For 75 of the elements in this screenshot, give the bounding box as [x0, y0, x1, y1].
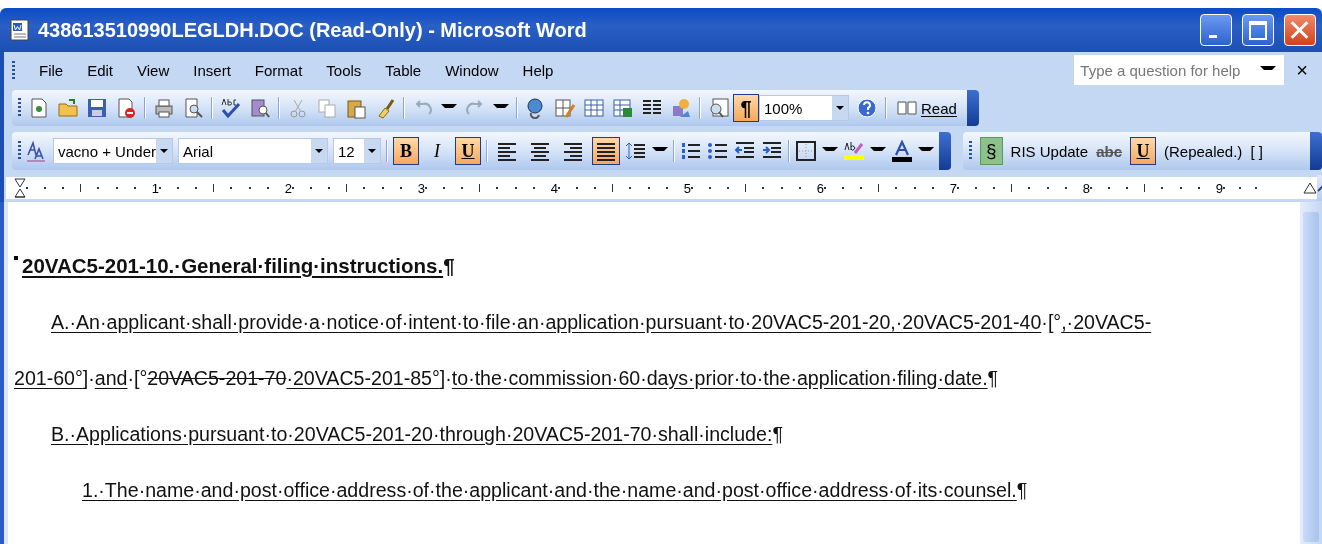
close-document-button[interactable]: × [1296, 58, 1308, 82]
ruler-number: 5 [683, 180, 691, 196]
show-formatting-marks-button[interactable]: ¶ [733, 94, 759, 122]
spelling-check-icon[interactable] [220, 97, 242, 119]
ruler-number: 3 [417, 180, 425, 196]
indent-marker-icon[interactable] [14, 178, 26, 198]
numbered-list-icon[interactable] [680, 140, 702, 162]
section-heading: 20VAC5-201-10.·General·filing·instructions.¶ [14, 238, 1300, 294]
paragraph-text: A.·An·applicant·shall·provide·a·notice·of·intent·to·file·an·application·pursuant·to·20VAC5-201-20,·20VAC5-201-40·[°,·20VAC5- [50, 310, 1153, 335]
help-search-field[interactable]: Type a question for help [1074, 55, 1285, 85]
bulleted-list-icon[interactable] [707, 140, 729, 162]
menu-item[interactable]: Table [385, 61, 422, 79]
drawing-shapes-icon[interactable] [670, 97, 692, 119]
new-document-icon[interactable] [28, 97, 50, 119]
styles-icon[interactable] [26, 140, 48, 162]
ris-update-button[interactable]: RIS Update [1010, 142, 1089, 160]
menu-item[interactable]: Help [522, 61, 554, 79]
paragraph-text: 1.·The·name·and·post·office·address·of·the·applicant·and·the·name·and·post·office·address·of·its·counsel.¶ [81, 478, 1029, 503]
window-title: 438613510990LEGLDH.DOC (Read-Only) - Microsoft Word [38, 18, 588, 42]
ruler-number: 4 [550, 180, 558, 196]
maximize-button[interactable] [1242, 14, 1274, 46]
document-map-icon[interactable] [708, 97, 730, 119]
zoom-field[interactable]: 100% [759, 95, 849, 121]
ruler-number: 2 [284, 180, 292, 196]
paragraph-text: 201-60°]·and·[°20VAC5-201-70·20VAC5-201-85°]·to·the·commission·60·days·prior·to·the·application·filing·date.¶ [14, 366, 1000, 391]
repealed-button[interactable]: (Repealed.) [1164, 142, 1243, 160]
magnifier-page-icon[interactable] [182, 97, 204, 119]
minimize-button[interactable] [1200, 14, 1232, 46]
font-field[interactable]: Arial [178, 138, 328, 164]
open-folder-icon[interactable] [57, 97, 79, 119]
clipboard-icon[interactable] [345, 97, 367, 119]
document-stop-icon[interactable] [115, 97, 137, 119]
open-book-icon[interactable] [897, 98, 917, 118]
menu-item[interactable]: Tools [326, 61, 362, 79]
menu-item[interactable]: File [39, 61, 64, 79]
ruler-number: 9 [1215, 180, 1223, 196]
underline-button[interactable]: U [1130, 137, 1156, 165]
menu-item[interactable]: Format [254, 61, 303, 79]
close-button[interactable] [1284, 14, 1316, 46]
underline-button[interactable]: U [455, 137, 481, 165]
border-icon[interactable] [795, 140, 817, 162]
font-size-field[interactable]: 12 [333, 138, 381, 164]
pencil-table-icon[interactable] [554, 97, 576, 119]
printer-icon[interactable] [153, 97, 175, 119]
align-right-icon[interactable] [562, 140, 584, 162]
align-left-icon[interactable] [496, 140, 518, 162]
toolbar-options-button[interactable] [966, 90, 979, 126]
ruler-number: 6 [816, 180, 824, 196]
paragraph-text: B.·Applications·pursuant·to·20VAC5-201-20·through·20VAC5-201-70·shall·include:¶ [50, 422, 784, 447]
brackets-button[interactable]: [ ] [1250, 142, 1263, 160]
word-document-icon[interactable] [10, 19, 30, 41]
strikethrough-button[interactable]: abc [1096, 142, 1122, 160]
ruler-number: 7 [949, 180, 957, 196]
menu-item[interactable]: Insert [193, 61, 231, 79]
read-button[interactable]: Read [894, 94, 960, 122]
section-sign-button[interactable]: § [980, 137, 1003, 165]
spreadsheet-icon[interactable] [612, 97, 634, 119]
line-spacing-icon[interactable] [625, 140, 647, 162]
justify-icon[interactable] [595, 140, 617, 162]
align-center-icon[interactable] [529, 140, 551, 162]
table-grid-icon[interactable] [583, 97, 605, 119]
bold-button[interactable]: B [393, 137, 419, 165]
style-field[interactable]: vacno + Under [53, 138, 173, 164]
right-indent-marker-icon[interactable] [1303, 182, 1317, 194]
ruler-number: 8 [1082, 180, 1090, 196]
font-color-icon[interactable] [891, 140, 913, 162]
ruler-number: 1 [151, 180, 159, 196]
book-magnifier-icon[interactable] [249, 97, 271, 119]
menu-item[interactable]: Window [445, 61, 499, 79]
scrollbar-thumb[interactable] [1303, 212, 1319, 542]
menu-item[interactable]: View [137, 61, 170, 79]
help-icon[interactable] [856, 97, 878, 119]
menu-item[interactable]: Edit [87, 61, 114, 79]
italic-button[interactable]: I [424, 137, 450, 165]
highlighter-icon[interactable] [843, 140, 865, 162]
